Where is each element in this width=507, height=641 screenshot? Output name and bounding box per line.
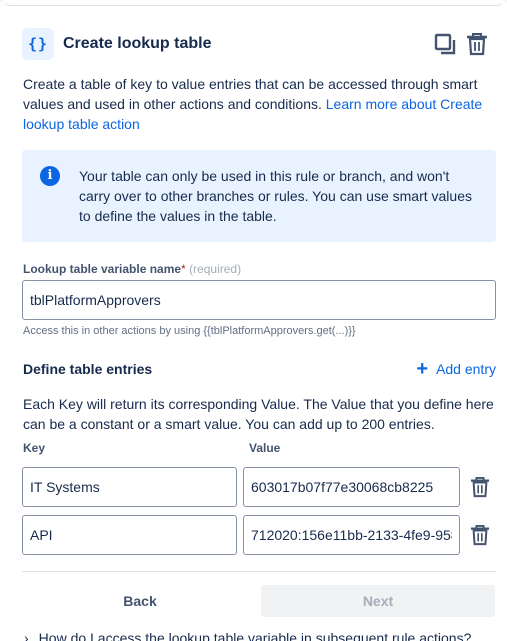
entry-key-input[interactable] xyxy=(22,515,237,555)
delete-entry-trash-icon[interactable] xyxy=(468,475,492,499)
rule-component-panel: {} Create lookup table Create a table of… xyxy=(0,0,507,641)
variable-name-input[interactable] xyxy=(22,280,496,320)
variable-name-label: Lookup table variable name* (required) xyxy=(23,262,241,276)
braces-icon-text: {} xyxy=(27,35,49,53)
add-entry-button[interactable]: + Add entry xyxy=(416,358,496,380)
chevron-right-icon: › xyxy=(24,630,29,641)
required-hint: (required) xyxy=(189,262,242,276)
duplicate-icon[interactable] xyxy=(433,32,457,56)
entry-key-input[interactable] xyxy=(22,467,237,507)
info-panel-text: Your table can only be used in this rule… xyxy=(79,168,472,224)
faq-question: How do I access the lookup table variabl… xyxy=(38,630,472,641)
info-icon: i xyxy=(40,166,60,186)
add-entry-label: Add entry xyxy=(436,361,496,377)
braces-icon: {} xyxy=(22,28,54,60)
action-description: Create a table of key to value entries t… xyxy=(23,74,487,134)
back-button[interactable]: Back xyxy=(23,585,257,617)
next-button[interactable]: Next xyxy=(261,585,495,617)
delete-entry-trash-icon[interactable] xyxy=(468,523,492,547)
previous-card-edge xyxy=(4,0,503,6)
plus-icon: + xyxy=(416,358,429,380)
required-mark: * xyxy=(181,262,186,276)
header-actions xyxy=(433,32,489,56)
variable-helper-text: Access this in other actions by using {{… xyxy=(23,325,356,337)
entry-value-input[interactable] xyxy=(243,467,460,507)
footer-divider xyxy=(22,571,496,572)
entries-section-title: Define table entries xyxy=(23,361,153,377)
panel-header: {} Create lookup table xyxy=(22,27,489,61)
variable-name-label-text: Lookup table variable name xyxy=(23,262,182,276)
entry-value-input[interactable] xyxy=(243,515,460,555)
panel-title: Create lookup table xyxy=(63,35,212,52)
value-column-header: Value xyxy=(249,441,281,455)
trash-icon[interactable] xyxy=(465,32,489,56)
info-panel: i Your table can only be used in this ru… xyxy=(22,150,496,242)
entries-description: Each Key will return its corresponding V… xyxy=(23,396,494,432)
faq-expander[interactable]: › How do I access the lookup table varia… xyxy=(24,630,471,641)
key-column-header: Key xyxy=(23,441,46,455)
